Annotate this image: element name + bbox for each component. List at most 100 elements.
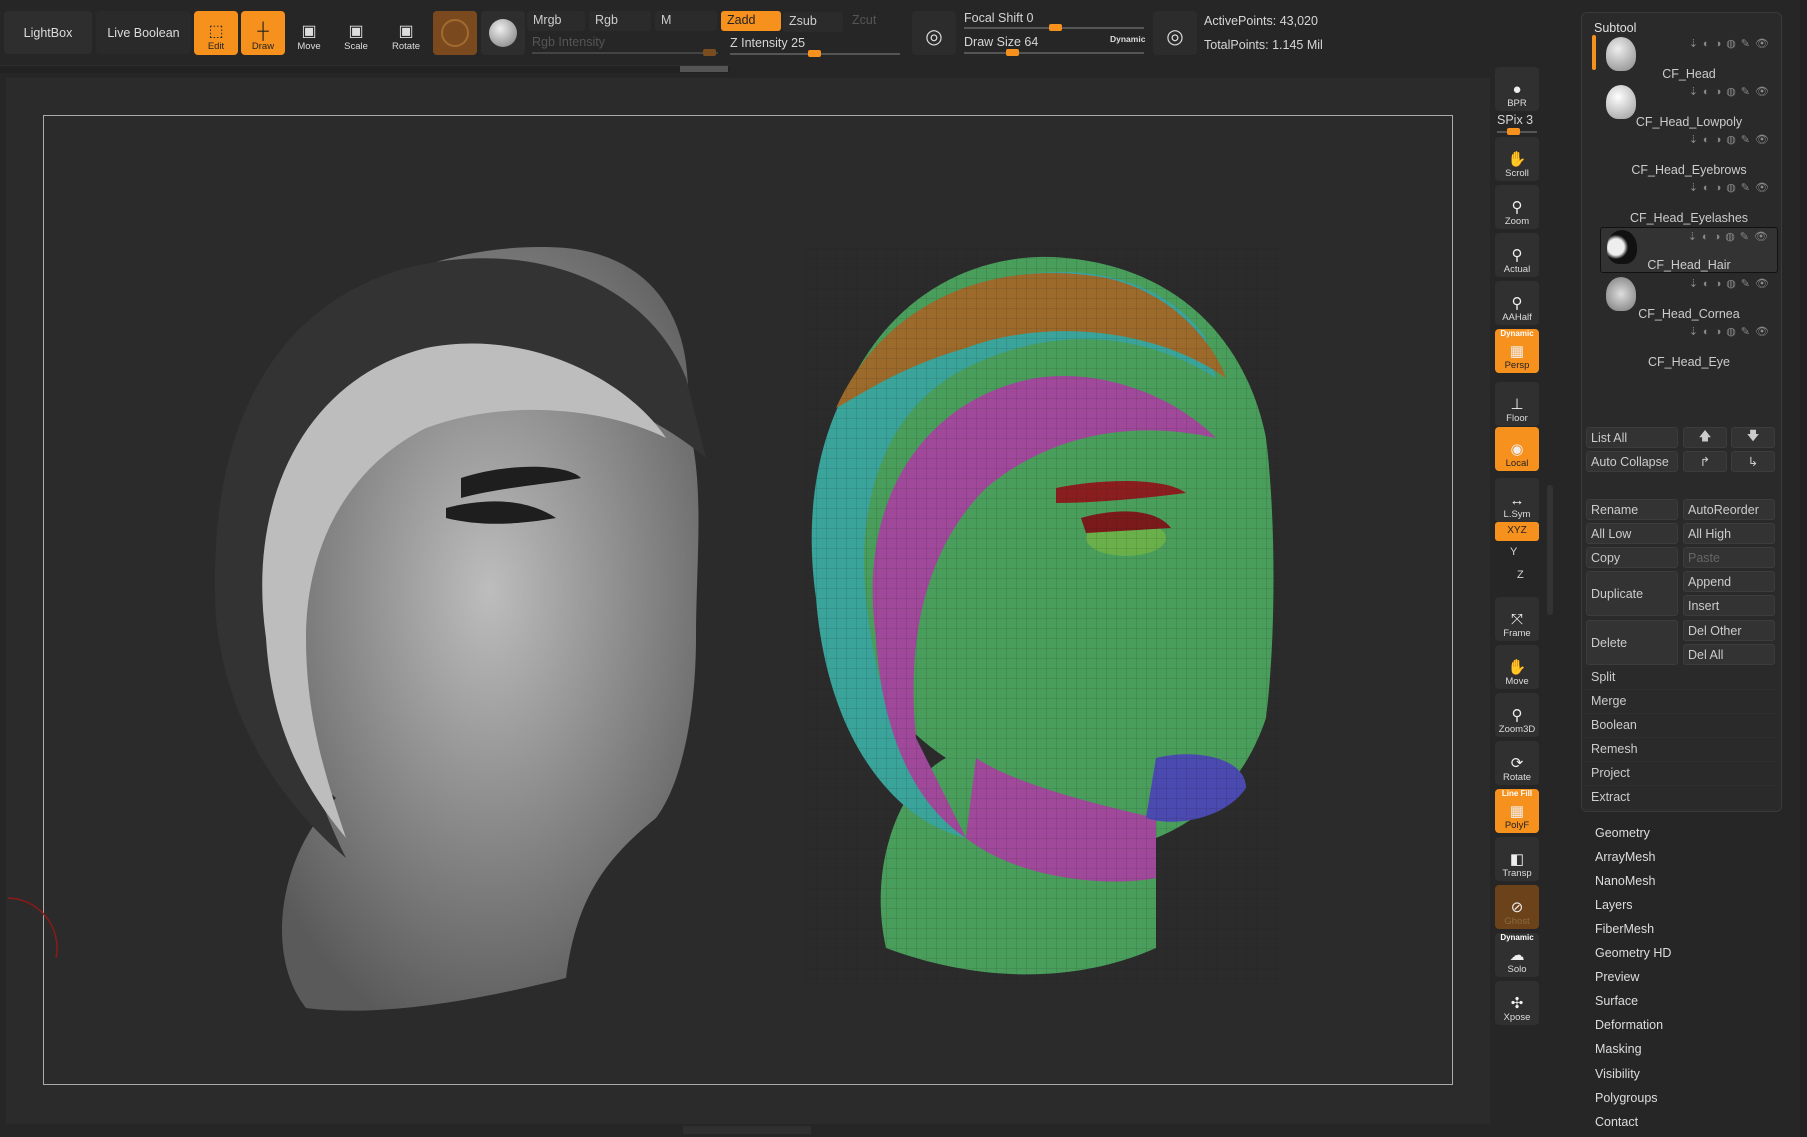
rotate-y-button[interactable]: Y	[1510, 546, 1517, 558]
subtool-toggle-icons[interactable]: ⇣◐◑◍✎👁	[1689, 37, 1774, 50]
menu-geometry-hd[interactable]: Geometry HD	[1595, 946, 1671, 960]
edit-button[interactable]: ⬚ Edit	[194, 11, 238, 55]
menu-polygroups[interactable]: Polygroups	[1595, 1091, 1658, 1105]
del-all-button[interactable]: Del All	[1683, 644, 1775, 665]
shelf-scroll-button[interactable]: ✋ Scroll	[1495, 137, 1539, 181]
shelf-solo-button[interactable]: Dynamic ☁ Solo	[1495, 933, 1539, 977]
slider-knob[interactable]	[808, 50, 821, 57]
subtool-toggle-icons[interactable]: ⇣◐◑◍✎👁	[1689, 325, 1774, 338]
subtool-item[interactable]: ⇣◐◑◍✎👁 CF_Head_Lowpoly	[1600, 83, 1778, 129]
shelf-zoom-button[interactable]: ⚲ Zoom	[1495, 185, 1539, 229]
live-boolean-button[interactable]: Live Boolean	[96, 11, 191, 54]
zcut-toggle[interactable]: Zcut	[846, 11, 906, 31]
move-button[interactable]: ▣ Move	[287, 11, 331, 55]
move-to-top-button[interactable]: ↱	[1683, 451, 1727, 472]
subtool-item[interactable]: ⇣◐◑◍✎👁 CF_Head_Eyebrows	[1600, 131, 1778, 177]
slider-knob[interactable]	[1049, 24, 1062, 31]
scale-button[interactable]: ▣ Scale	[334, 11, 378, 55]
z-intensity-slider[interactable]	[730, 50, 900, 57]
subtool-item[interactable]: ⇣◐◑◍✎👁 CF_Head_Cornea	[1600, 275, 1778, 321]
subtool-toggle-icons[interactable]: ⇣◐◑◍✎👁	[1689, 85, 1774, 98]
shelf-polyf-button[interactable]: Line Fill ▦ PolyF	[1495, 789, 1539, 833]
subtool-toggle-icons[interactable]: ⇣◐◑◍✎👁	[1689, 277, 1774, 290]
xyz-symmetry-button[interactable]: XYZ	[1495, 522, 1539, 541]
tray-scroll-track[interactable]	[0, 65, 730, 73]
auto-reorder-button[interactable]: AutoReorder	[1683, 499, 1775, 520]
move-up-button[interactable]: 🡅	[1683, 427, 1727, 448]
m-toggle[interactable]: M	[655, 11, 717, 31]
texture-button[interactable]	[481, 11, 525, 55]
copy-button[interactable]: Copy	[1586, 547, 1678, 568]
menu-geometry[interactable]: Geometry	[1595, 826, 1650, 840]
subtool-toggle-icons[interactable]: ⇣◐◑◍✎👁	[1689, 133, 1774, 146]
menu-preview[interactable]: Preview	[1595, 970, 1639, 984]
subtool-title[interactable]: Subtool	[1594, 21, 1636, 35]
focal-shift-slider[interactable]	[964, 24, 1144, 31]
panel-scrollbar[interactable]	[1800, 0, 1807, 1137]
subtool-section-project[interactable]: Project	[1586, 763, 1776, 786]
lightbox-button[interactable]: LightBox	[4, 11, 92, 54]
delete-button[interactable]: Delete	[1586, 620, 1678, 665]
subtool-section-merge[interactable]: Merge	[1586, 691, 1776, 714]
shelf-actual-button[interactable]: ⚲ Actual	[1495, 233, 1539, 277]
slider-knob[interactable]	[1006, 49, 1019, 56]
subtool-scroll-indicator[interactable]	[1592, 35, 1596, 70]
shelf-bpr-button[interactable]: ● BPR	[1495, 67, 1539, 111]
move-down-button[interactable]: 🡇	[1731, 427, 1775, 448]
insert-button[interactable]: Insert	[1683, 595, 1775, 616]
zadd-toggle[interactable]: Zadd	[721, 11, 781, 31]
shelf-floor-button[interactable]: ⊥ Floor	[1495, 382, 1539, 426]
auto-collapse-button[interactable]: Auto Collapse	[1586, 451, 1678, 472]
menu-deformation[interactable]: Deformation	[1595, 1018, 1663, 1032]
shelf-rotate-button[interactable]: ⟳ Rotate	[1495, 741, 1539, 785]
rotate-z-button[interactable]: Z	[1517, 569, 1524, 581]
shelf-frame-button[interactable]: ⤧ Frame	[1495, 597, 1539, 641]
shelf-transp-button[interactable]: ◧ Transp	[1495, 837, 1539, 881]
shelf-zoom3d-button[interactable]: ⚲ Zoom3D	[1495, 693, 1539, 737]
rename-button[interactable]: Rename	[1586, 499, 1678, 520]
menu-layers[interactable]: Layers	[1595, 898, 1633, 912]
shelf-aahalf-button[interactable]: ⚲ AAHalf	[1495, 281, 1539, 325]
slider-knob[interactable]	[1507, 128, 1520, 135]
shelf-local-button[interactable]: ◉ Local	[1495, 427, 1539, 471]
shelf-ghost-button[interactable]: ⊘ Ghost	[1495, 885, 1539, 929]
duplicate-button[interactable]: Duplicate	[1586, 571, 1678, 616]
shelf-persp-button[interactable]: Dynamic ▦ Persp	[1495, 329, 1539, 373]
subtool-toggle-icons[interactable]: ⇣◐◑◍✎👁	[1688, 230, 1773, 243]
subtool-toggle-icons[interactable]: ⇣◐◑◍✎👁	[1689, 181, 1774, 194]
shelf-xpose-button[interactable]: ✣ Xpose	[1495, 981, 1539, 1025]
lazy-mouse-s-button[interactable]: ◎	[912, 11, 956, 55]
all-high-button[interactable]: All High	[1683, 523, 1775, 544]
shelf-lsym-button[interactable]: ↔ L.Sym	[1495, 478, 1539, 522]
all-low-button[interactable]: All Low	[1586, 523, 1678, 544]
spix-slider[interactable]	[1497, 128, 1537, 135]
dynamic-toggle[interactable]: Dynamic	[1110, 34, 1145, 44]
move-to-bottom-button[interactable]: ↳	[1731, 451, 1775, 472]
menu-visibility[interactable]: Visibility	[1595, 1067, 1640, 1081]
subtool-item[interactable]: ⇣◐◑◍✎👁 CF_Head_Eye	[1600, 323, 1778, 369]
zsub-toggle[interactable]: Zsub	[783, 12, 843, 32]
shelf-scrollbar[interactable]	[1547, 485, 1553, 615]
del-other-button[interactable]: Del Other	[1683, 620, 1775, 641]
menu-masking[interactable]: Masking	[1595, 1042, 1642, 1056]
bottom-tray-handle[interactable]	[683, 1126, 811, 1134]
draw-button[interactable]: ┼ Draw	[241, 11, 285, 55]
viewport-canvas[interactable]	[6, 78, 1490, 1124]
material-button[interactable]	[433, 11, 477, 55]
subtool-section-split[interactable]: Split	[1586, 667, 1776, 690]
shelf-move-button[interactable]: ✋ Move	[1495, 645, 1539, 689]
menu-arraymesh[interactable]: ArrayMesh	[1595, 850, 1655, 864]
rotate-button[interactable]: ▣ Rotate	[384, 11, 428, 55]
lazy-mouse-d-button[interactable]: ◎	[1153, 11, 1197, 55]
rgb-toggle[interactable]: Rgb	[589, 11, 651, 31]
subtool-section-extract[interactable]: Extract	[1586, 787, 1776, 810]
tray-scroll-thumb[interactable]	[680, 66, 728, 72]
append-button[interactable]: Append	[1683, 571, 1775, 592]
subtool-item[interactable]: ⇣◐◑◍✎👁 CF_Head	[1600, 35, 1778, 81]
subtool-section-boolean[interactable]: Boolean	[1586, 715, 1776, 738]
slider-knob[interactable]	[703, 49, 716, 56]
menu-surface[interactable]: Surface	[1595, 994, 1638, 1008]
subtool-item[interactable]: ⇣◐◑◍✎👁 CF_Head_Eyelashes	[1600, 179, 1778, 225]
draw-size-slider[interactable]	[964, 49, 1144, 56]
subtool-section-remesh[interactable]: Remesh	[1586, 739, 1776, 762]
